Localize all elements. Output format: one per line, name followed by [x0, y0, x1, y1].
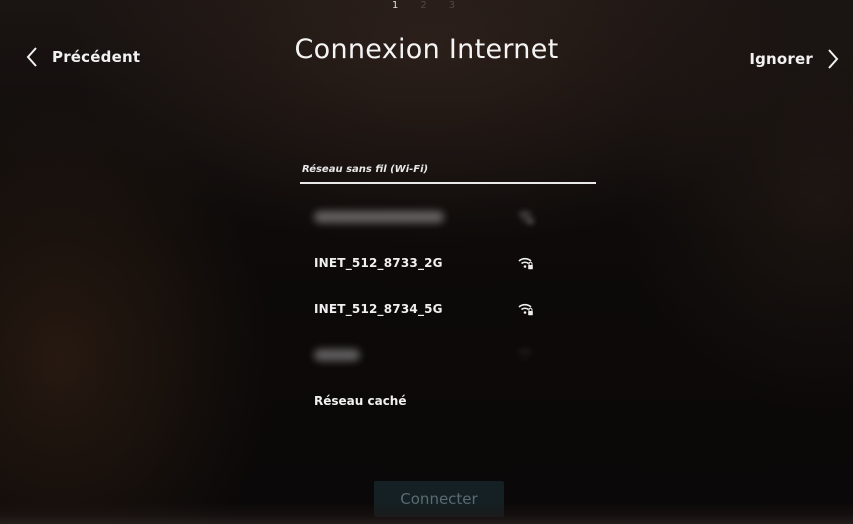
hidden-network-item[interactable]: Réseau caché	[300, 378, 596, 424]
wifi-panel: Réseau sans fil (Wi-Fi) INET_512_8733_2G	[300, 160, 596, 424]
section-divider	[300, 182, 596, 184]
network-name: INET_512_8733_2G	[314, 256, 443, 270]
wifi-lock-icon	[518, 257, 533, 270]
wifi-lock-icon	[518, 303, 533, 316]
network-name-redacted	[314, 349, 360, 361]
network-name: INET_512_8734_5G	[314, 302, 443, 316]
skip-label: Ignorer	[749, 50, 813, 68]
step-3: 3	[448, 0, 456, 11]
screen: 1 2 3 Précédent Connexion Internet Ignor…	[0, 0, 853, 524]
network-item[interactable]: INET_512_8734_5G	[300, 286, 596, 332]
network-item-blurred-2[interactable]	[300, 332, 596, 378]
network-list: INET_512_8733_2G INET_512_8734_5G	[300, 194, 596, 378]
skip-button[interactable]: Ignorer	[749, 42, 839, 76]
step-2: 2	[420, 0, 427, 11]
chevron-right-icon	[827, 48, 839, 70]
network-name-redacted	[314, 211, 444, 223]
wifi-icon	[518, 349, 532, 360]
wifi-lock-icon	[518, 211, 533, 224]
network-item-blurred-1[interactable]	[300, 194, 596, 240]
network-item[interactable]: INET_512_8733_2G	[300, 240, 596, 286]
page-title: Connexion Internet	[294, 34, 559, 65]
wifi-section-header: Réseau sans fil (Wi-Fi)	[302, 164, 429, 175]
screen-bezel	[0, 502, 853, 524]
step-1: 1	[392, 0, 399, 11]
step-indicator: 1 2 3	[392, 0, 492, 16]
